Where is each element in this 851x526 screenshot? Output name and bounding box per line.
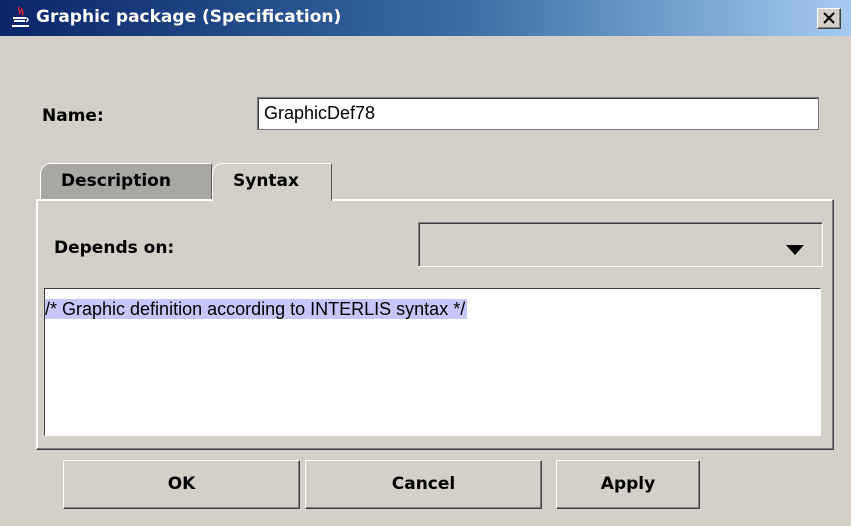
tab-syntax[interactable]: Syntax [212,163,332,201]
ok-button[interactable]: OK [63,460,300,509]
name-label: Name: [42,106,104,126]
apply-button[interactable]: Apply [556,460,700,509]
tab-description[interactable]: Description [40,163,212,199]
chevron-down-icon[interactable] [786,240,804,259]
depends-on-label: Depends on: [54,238,175,258]
syntax-textarea[interactable]: /* Graphic definition according to INTER… [44,288,821,436]
title-bar[interactable]: Graphic package (Specification) [0,0,851,36]
syntax-text-line: /* Graphic definition according to INTER… [45,297,468,321]
window-title: Graphic package (Specification) [36,7,342,27]
close-button[interactable] [817,8,841,29]
dialog-window: Graphic package (Specification) Name: Gr… [0,0,851,526]
depends-on-dropdown[interactable] [418,222,823,267]
syntax-text: /* Graphic definition according to INTER… [45,299,468,319]
name-input[interactable]: GraphicDef78 [257,97,819,130]
cancel-button[interactable]: Cancel [305,460,542,509]
java-cup-icon [10,6,32,30]
